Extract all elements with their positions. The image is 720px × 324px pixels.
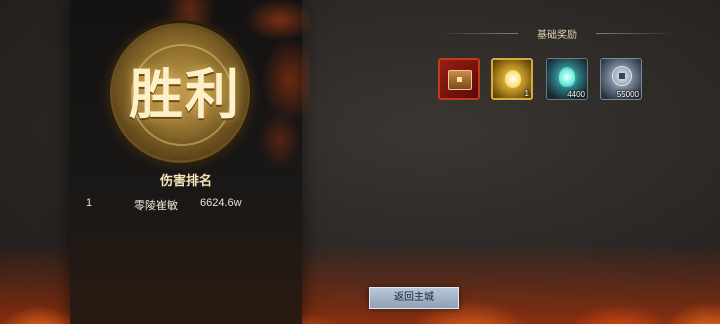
treasure-chest-icon bbox=[448, 70, 472, 90]
victory-title: 胜利 bbox=[129, 62, 241, 126]
reward-item-soul[interactable]: 4400 bbox=[546, 58, 588, 100]
header-divider-right bbox=[596, 33, 676, 34]
item-quantity: 4400 bbox=[567, 90, 585, 99]
item-quantity: 55000 bbox=[616, 90, 639, 99]
coin-icon bbox=[612, 66, 632, 86]
return-to-city-button[interactable]: 返回主城 bbox=[369, 287, 459, 309]
reward-item-spirit[interactable]: 1 bbox=[491, 58, 533, 100]
damage-value: 6624.6w bbox=[200, 197, 242, 209]
reward-item-coin[interactable]: 55000 bbox=[600, 58, 642, 100]
ranking-row: 1 零陵崔敏 6624.6w bbox=[70, 197, 302, 213]
reward-header: 基础奖励 bbox=[438, 26, 676, 41]
soul-orb-icon bbox=[559, 67, 575, 87]
reward-item-chest[interactable] bbox=[438, 58, 480, 100]
item-quantity: 1 bbox=[524, 89, 529, 98]
golden-spirit-icon bbox=[505, 70, 521, 88]
rank-number: 1 bbox=[86, 197, 93, 209]
damage-ranking-title: 伤害排名 bbox=[159, 174, 212, 189]
player-name: 零陵崔敏 bbox=[134, 200, 178, 212]
